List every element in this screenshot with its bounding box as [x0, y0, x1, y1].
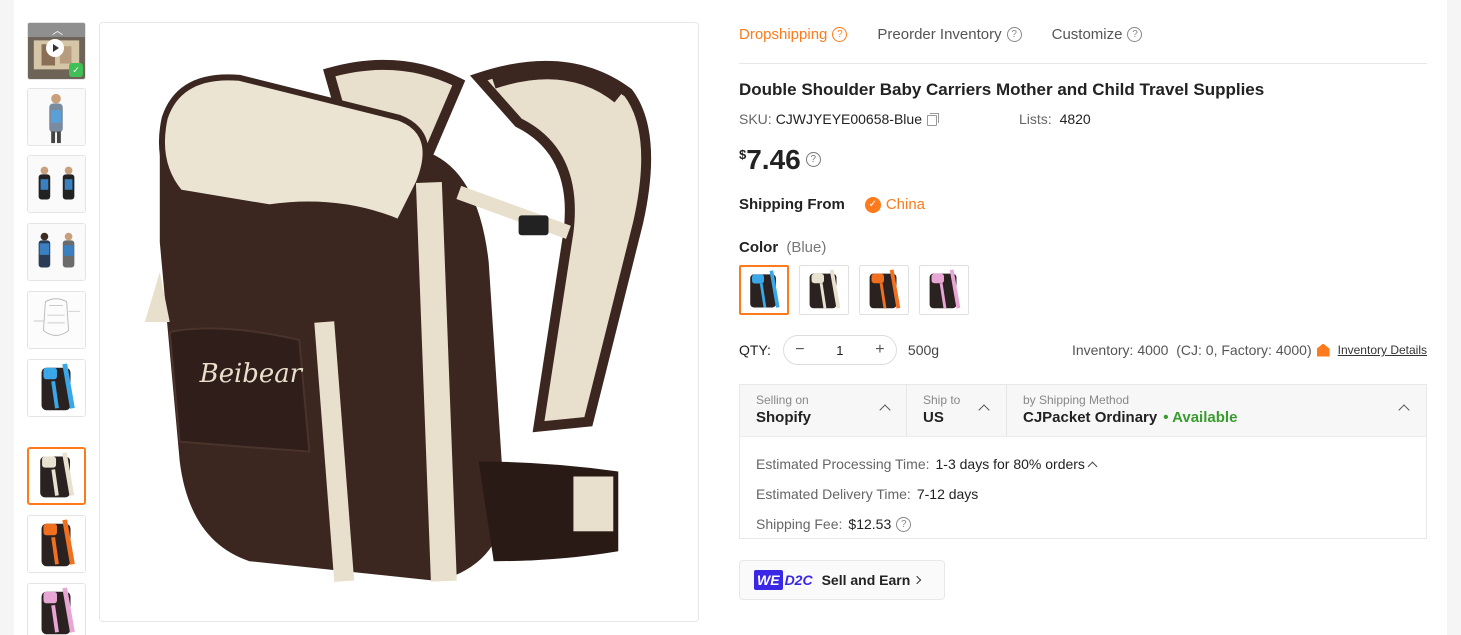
- shipping-method-selector[interactable]: by Shipping Method CJPacket Ordinary • Av…: [1007, 385, 1426, 437]
- delivery-time-row: Estimated Delivery Time: 7-12 days: [756, 479, 1410, 509]
- shipping-from-label: Shipping From: [739, 196, 845, 213]
- tab-preorder-inventory[interactable]: Preorder Inventory ?: [877, 22, 1022, 64]
- lists-count: Lists: 4820: [1019, 111, 1091, 127]
- check-icon: ✓: [864, 196, 881, 213]
- help-icon[interactable]: ?: [1006, 27, 1022, 42]
- shipping-method-label: by Shipping Method: [1023, 393, 1130, 407]
- shipping-method-value: CJPacket Ordinary: [1023, 409, 1158, 426]
- shipping-origin-value: China: [885, 196, 926, 213]
- color-swatch-pink[interactable]: [919, 265, 969, 315]
- color-label: Color: [739, 239, 779, 256]
- decrement-button[interactable]: −: [792, 341, 808, 359]
- inventory-info: Inventory: 4000 (CJ: 0, Factory: 4000) I…: [1072, 342, 1427, 358]
- sku-label: SKU:: [739, 111, 772, 127]
- color-swatch-blue[interactable]: [739, 265, 789, 315]
- chevron-right-icon: [913, 575, 922, 585]
- qty-label: QTY:: [739, 342, 771, 358]
- ship-to-label: Ship to: [923, 393, 961, 407]
- sell-and-earn-label: Sell and Earn: [821, 572, 911, 588]
- increment-button[interactable]: +: [872, 341, 888, 359]
- sku-row: SKU: CJWJYEYE00658-Blue Lists: 4820: [739, 111, 1091, 127]
- video-icon: ✓: [69, 63, 83, 77]
- processing-time-label: Estimated Processing Time:: [756, 456, 930, 472]
- purchase-mode-tabs: Dropshipping ? Preorder Inventory ? Cust…: [739, 22, 1427, 64]
- thumbnail-7[interactable]: [27, 447, 86, 505]
- tab-dropshipping[interactable]: Dropshipping ?: [739, 22, 848, 64]
- shipping-selectors: Selling on Shopify Ship to US by Shippin…: [740, 385, 1426, 437]
- help-icon[interactable]: ?: [1127, 27, 1143, 42]
- price: $ 7.46 ?: [739, 143, 821, 177]
- thumbnail-video[interactable]: ︿ ✓: [27, 22, 86, 80]
- d2c-logo: D2C: [784, 572, 813, 588]
- color-swatches: [739, 265, 979, 315]
- shipping-from-row: Shipping From ✓ China: [739, 196, 925, 213]
- tab-label: Preorder Inventory: [877, 26, 1002, 43]
- shipping-origin-option[interactable]: ✓ China: [864, 196, 926, 213]
- warehouse-icon: [1316, 343, 1330, 357]
- inventory-text: Inventory: 4000 (CJ: 0, Factory: 4000): [1071, 342, 1312, 358]
- availability-status: • Available: [1163, 409, 1238, 426]
- lists-value: 4820: [1059, 111, 1091, 127]
- play-icon: [46, 39, 64, 57]
- inventory-details-link[interactable]: Inventory Details: [1338, 343, 1427, 357]
- shipping-fee-value: $12.53: [848, 516, 892, 532]
- ship-to-selector[interactable]: Ship to US: [907, 385, 1007, 437]
- quantity-input[interactable]: [819, 342, 860, 358]
- main-product-image[interactable]: Beibear: [99, 22, 699, 622]
- processing-time-row: Estimated Processing Time: 1-3 days for …: [756, 449, 1410, 479]
- thumbnail-4[interactable]: [27, 223, 86, 281]
- weight-value: 500g: [907, 342, 940, 358]
- help-icon[interactable]: ?: [832, 27, 848, 42]
- ship-to-value: US: [923, 409, 944, 426]
- shipping-estimates: Estimated Processing Time: 1-3 days for …: [740, 437, 1426, 551]
- copy-icon[interactable]: [926, 113, 939, 126]
- product-title: Double Shoulder Baby Carriers Mother and…: [739, 80, 1265, 99]
- currency-symbol: $: [739, 147, 747, 162]
- help-icon[interactable]: ?: [805, 152, 821, 167]
- tab-customize[interactable]: Customize ?: [1052, 22, 1143, 64]
- chevron-up-icon[interactable]: ︿: [28, 23, 85, 37]
- chevron-up-icon[interactable]: [1087, 461, 1098, 472]
- thumbnail-9[interactable]: [27, 583, 86, 635]
- quantity-stepper: − +: [782, 335, 897, 365]
- processing-time-value: 1-3 days for 80% orders: [935, 456, 1085, 472]
- thumbnail-6[interactable]: [27, 359, 86, 417]
- tab-label: Dropshipping: [739, 26, 828, 43]
- color-label-row: Color (Blue): [739, 239, 826, 256]
- sku-value: CJWJYEYE00658-Blue: [775, 111, 922, 127]
- lists-label: Lists:: [1019, 111, 1052, 127]
- color-value: (Blue): [786, 239, 827, 256]
- delivery-time-value: 7-12 days: [916, 486, 979, 502]
- thumbnail-3[interactable]: [27, 155, 86, 213]
- thumbnail-2[interactable]: [27, 88, 86, 146]
- shipping-fee-row: Shipping Fee: $12.53 ?: [756, 509, 1410, 539]
- selling-on-selector[interactable]: Selling on Shopify: [740, 385, 907, 437]
- svg-text:Beibear: Beibear: [199, 359, 304, 389]
- shipping-method-row: CJPacket Ordinary • Available: [1023, 409, 1426, 426]
- thumbnail-8[interactable]: [27, 515, 86, 573]
- help-icon[interactable]: ?: [896, 517, 912, 532]
- color-swatch-orange[interactable]: [859, 265, 909, 315]
- color-swatch-beige[interactable]: [799, 265, 849, 315]
- shipping-fee-label: Shipping Fee:: [756, 516, 843, 532]
- sell-and-earn-button[interactable]: WE D2C Sell and Earn: [739, 560, 945, 600]
- price-amount: 7.46: [746, 144, 801, 175]
- tab-label: Customize: [1051, 26, 1123, 43]
- we-logo: WE: [754, 570, 783, 590]
- delivery-time-label: Estimated Delivery Time:: [756, 486, 911, 502]
- shipping-box: Selling on Shopify Ship to US by Shippin…: [739, 384, 1427, 539]
- thumbnail-5[interactable]: [27, 291, 86, 349]
- quantity-row: QTY: − + 500g Inventory: 4000 (CJ: 0, Fa…: [739, 334, 1427, 366]
